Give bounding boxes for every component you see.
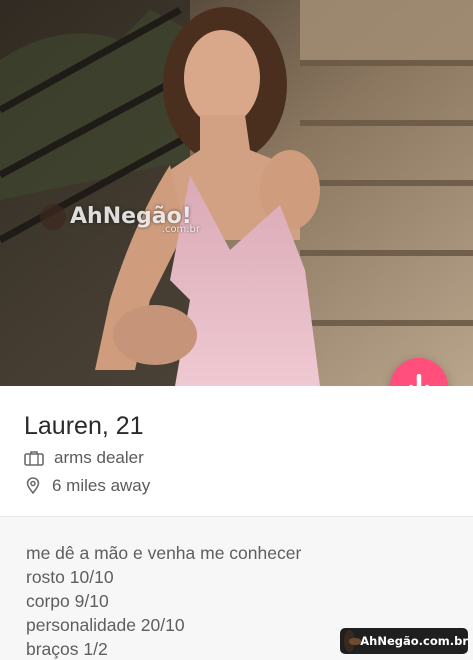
footer-watermark-text: AhNegão.com.br (360, 634, 468, 648)
profile-distance: 6 miles away (52, 476, 151, 495)
photo-watermark: AhNegão! .com.br (40, 198, 200, 235)
bio-line: personalidade 20/10 (26, 615, 185, 635)
bio-line: rosto 10/10 (26, 567, 114, 587)
bio-line: braços 1/2 (26, 639, 108, 659)
profile-name-age: Lauren, 21 (24, 412, 144, 440)
watermark-mascot-icon (40, 203, 66, 230)
profile-distance-row: 6 miles away (24, 476, 150, 496)
profile-job: arms dealer (54, 448, 144, 467)
photo-watermark-domain: .com.br (161, 224, 200, 235)
bio-line: corpo 9/10 (26, 591, 109, 611)
footer-watermark: AhNegão.com.br (340, 628, 468, 654)
profile-photo[interactable]: AhNegão! .com.br (0, 0, 473, 386)
profile-info: Lauren, 21 arms dealer 6 miles away (0, 386, 473, 516)
bio-line: me dê a mão e venha me conhecer (26, 543, 302, 563)
location-pin-icon (26, 477, 40, 495)
briefcase-icon (24, 451, 44, 466)
profile-photo-illustration (0, 0, 473, 386)
profile-job-row: arms dealer (24, 448, 144, 468)
watermark-face-icon (344, 630, 362, 652)
